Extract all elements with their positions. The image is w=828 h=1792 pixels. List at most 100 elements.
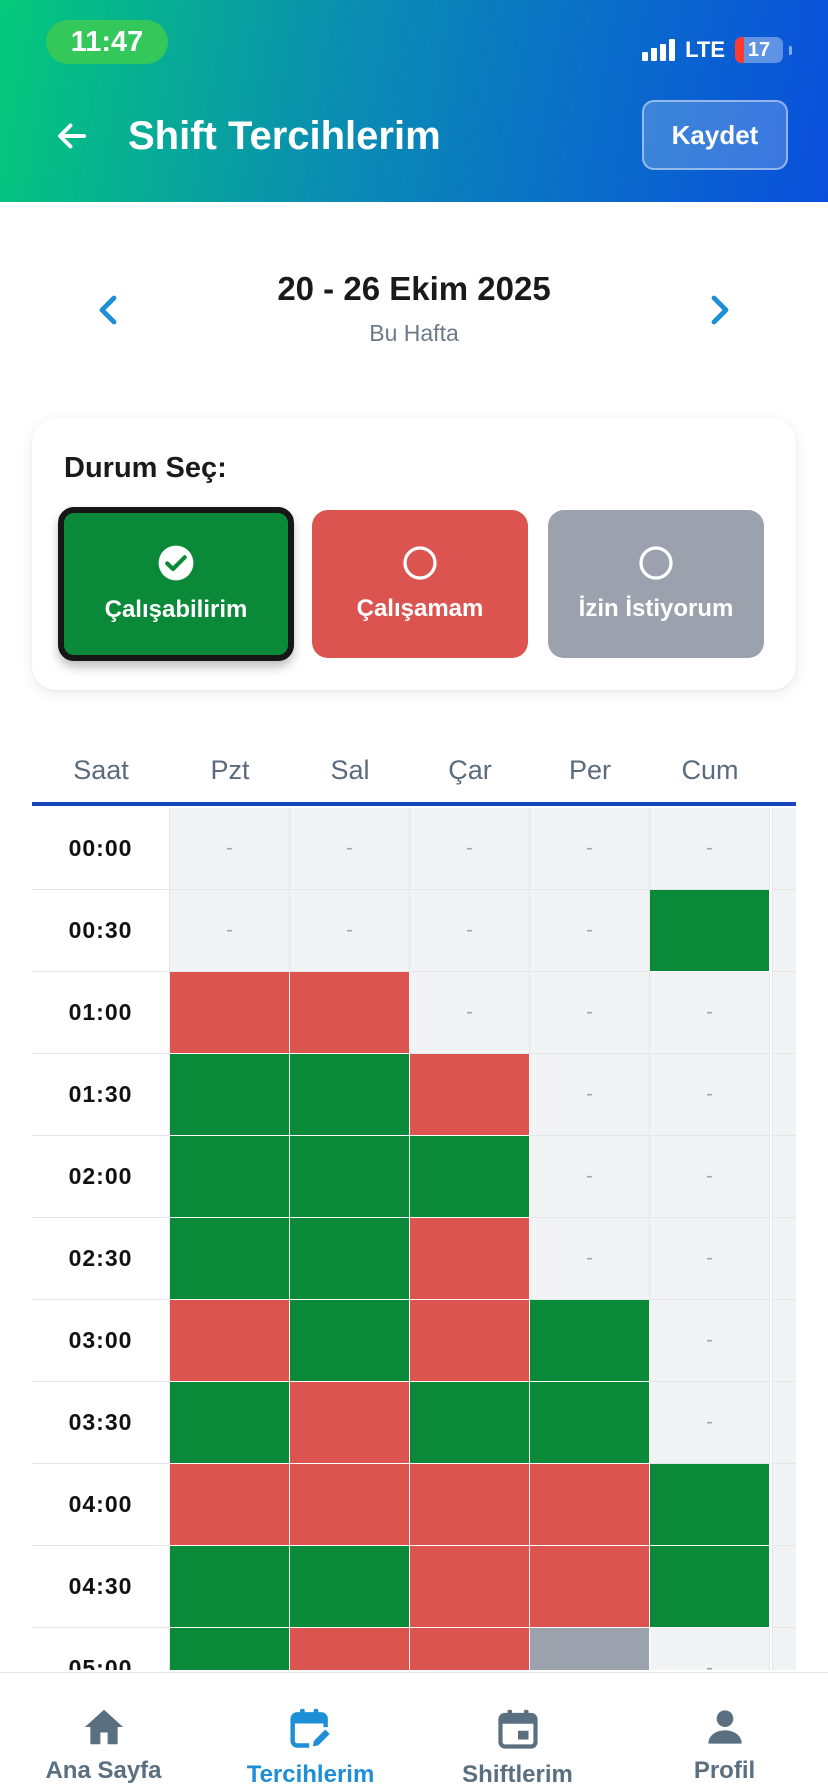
- schedule-cell-unavailable[interactable]: [290, 1382, 410, 1464]
- nav-item-profile[interactable]: Profil: [621, 1673, 828, 1792]
- previous-week-button[interactable]: [88, 290, 128, 330]
- time-slot-label: 05:00: [32, 1628, 170, 1670]
- schedule-row: 03:30 -: [32, 1382, 796, 1464]
- schedule-cell-empty[interactable]: -: [410, 890, 530, 972]
- schedule-cell-empty[interactable]: -: [530, 1218, 650, 1300]
- nav-item-home[interactable]: Ana Sayfa: [0, 1673, 207, 1792]
- schedule-cell-unavailable[interactable]: [170, 1300, 290, 1382]
- status-option-label: Çalışamam: [356, 595, 484, 622]
- schedule-cell-empty[interactable]: -: [530, 808, 650, 890]
- status-option-unavailable[interactable]: Çalışamam: [312, 510, 528, 658]
- time-slot-label: 04:00: [32, 1464, 170, 1546]
- schedule-cell-available[interactable]: [170, 1136, 290, 1218]
- schedule-row: 01:00- - -: [32, 972, 796, 1054]
- schedule-cell-available[interactable]: [170, 1546, 290, 1628]
- schedule-cell-empty[interactable]: -: [530, 890, 650, 972]
- schedule-cell-available[interactable]: [290, 1218, 410, 1300]
- nav-item-shifts[interactable]: Shiftlerim: [414, 1673, 621, 1792]
- schedule-cell-available[interactable]: [530, 1382, 650, 1464]
- schedule-cell-empty[interactable]: -: [650, 1382, 770, 1464]
- column-header-time: Saat: [73, 754, 129, 785]
- home-icon: [84, 1709, 123, 1745]
- status-picker-title: Durum Seç:: [64, 452, 227, 484]
- time-slot-label: 00:00: [32, 808, 170, 890]
- schedule-cell-unavailable[interactable]: [410, 1054, 530, 1136]
- schedule-cell-unavailable[interactable]: [410, 1300, 530, 1382]
- time-slot-label: 03:30: [32, 1382, 170, 1464]
- schedule-cell-available[interactable]: [650, 1464, 770, 1546]
- nav-item-preferences[interactable]: Tercihlerim: [207, 1673, 414, 1792]
- week-subtitle: Bu Hafta: [369, 320, 459, 346]
- schedule-cell-empty[interactable]: -: [410, 972, 530, 1054]
- back-button[interactable]: [48, 112, 96, 160]
- status-picker-card: Durum Seç: Çalışabilirim Çalışamam İzin …: [32, 418, 796, 690]
- schedule-cell-available[interactable]: [170, 1218, 290, 1300]
- schedule-cell-empty[interactable]: -: [170, 808, 290, 890]
- schedule-cell-empty[interactable]: -: [530, 972, 650, 1054]
- status-option-leave[interactable]: İzin İstiyorum: [548, 510, 764, 658]
- radio-empty-icon: [403, 546, 437, 580]
- schedule-cell-unavailable[interactable]: [530, 1464, 650, 1546]
- schedule-cell-empty[interactable]: -: [410, 808, 530, 890]
- schedule-row: 04:30: [32, 1546, 796, 1628]
- schedule-cell-overflow: [772, 1054, 796, 1136]
- schedule-cell-empty[interactable]: -: [650, 1054, 770, 1136]
- schedule-cell-leave[interactable]: [530, 1628, 650, 1670]
- column-header-day: Sal: [330, 754, 370, 785]
- schedule-cell-empty[interactable]: -: [650, 1300, 770, 1382]
- schedule-cell-available[interactable]: [290, 1136, 410, 1218]
- status-option-available[interactable]: Çalışabilirim: [58, 507, 294, 661]
- battery-level: 17: [747, 38, 771, 61]
- schedule-cell-empty[interactable]: -: [530, 1136, 650, 1218]
- schedule-cell-unavailable[interactable]: [410, 1628, 530, 1670]
- schedule-cell-overflow: [772, 808, 796, 890]
- chevron-right-icon: [711, 295, 729, 325]
- schedule-cell-available[interactable]: [290, 1054, 410, 1136]
- time-slot-label: 02:30: [32, 1218, 170, 1300]
- schedule-cell-available[interactable]: [290, 1300, 410, 1382]
- schedule-cell-unavailable[interactable]: [410, 1464, 530, 1546]
- schedule-cell-unavailable[interactable]: [290, 1628, 410, 1670]
- schedule-cell-available[interactable]: [170, 1054, 290, 1136]
- schedule-cell-unavailable[interactable]: [290, 972, 410, 1054]
- time-slot-label: 00:30: [32, 890, 170, 972]
- schedule-cell-available[interactable]: [530, 1300, 650, 1382]
- schedule-cell-unavailable[interactable]: [530, 1546, 650, 1628]
- schedule-cell-available[interactable]: [650, 890, 770, 972]
- schedule-cell-empty[interactable]: -: [650, 1136, 770, 1218]
- schedule-row: 01:30 - -: [32, 1054, 796, 1136]
- schedule-cell-empty[interactable]: -: [650, 972, 770, 1054]
- network-label: LTE: [685, 37, 725, 62]
- schedule-cell-empty[interactable]: -: [650, 808, 770, 890]
- schedule-cell-empty[interactable]: -: [290, 808, 410, 890]
- calendar-icon: [497, 1709, 538, 1749]
- schedule-cell-available[interactable]: [290, 1546, 410, 1628]
- time-slot-label: 04:30: [32, 1546, 170, 1628]
- schedule-cell-available[interactable]: [650, 1546, 770, 1628]
- schedule-header: Saat Pzt Sal Çar Per Cum: [32, 738, 796, 806]
- schedule-row: 02:00 - -: [32, 1136, 796, 1218]
- schedule-row: 04:00: [32, 1464, 796, 1546]
- schedule-cell-available[interactable]: [410, 1382, 530, 1464]
- schedule-cell-empty[interactable]: -: [290, 890, 410, 972]
- page-title: Shift Tercihlerim: [128, 114, 441, 158]
- schedule-cell-unavailable[interactable]: [290, 1464, 410, 1546]
- check-circle-icon: [158, 545, 194, 581]
- save-button[interactable]: Kaydet: [642, 100, 788, 170]
- arrow-left-icon: [58, 123, 86, 149]
- column-header-day: Cum: [681, 754, 739, 785]
- schedule-cell-available[interactable]: [170, 1628, 290, 1670]
- schedule-cell-available[interactable]: [410, 1136, 530, 1218]
- schedule-cell-unavailable[interactable]: [410, 1218, 530, 1300]
- schedule-cell-unavailable[interactable]: [410, 1546, 530, 1628]
- schedule-cell-empty[interactable]: -: [650, 1218, 770, 1300]
- next-week-button[interactable]: [700, 290, 740, 330]
- schedule-cell-empty[interactable]: -: [650, 1628, 770, 1670]
- schedule-cell-available[interactable]: [170, 1382, 290, 1464]
- schedule-cell-empty[interactable]: -: [170, 890, 290, 972]
- schedule-cell-empty[interactable]: -: [530, 1054, 650, 1136]
- column-header-day: Pzt: [210, 754, 250, 785]
- schedule-cell-unavailable[interactable]: [170, 972, 290, 1054]
- status-indicators: LTE 17: [642, 36, 792, 64]
- schedule-cell-unavailable[interactable]: [170, 1464, 290, 1546]
